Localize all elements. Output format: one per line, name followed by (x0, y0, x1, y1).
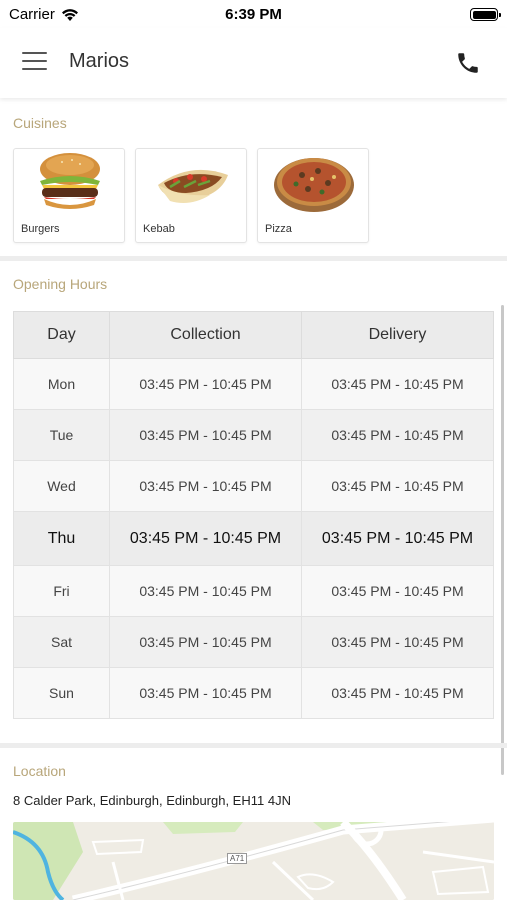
collection-hours-cell: 03:45 PM - 10:45 PM (109, 358, 302, 410)
status-bar: Carrier 6:39 PM (0, 0, 507, 28)
table-row-today: Thu 03:45 PM - 10:45 PM 03:45 PM - 10:45… (13, 511, 494, 566)
collection-hours-cell: 03:45 PM - 10:45 PM (109, 565, 302, 617)
day-cell: Sat (13, 616, 110, 668)
delivery-hours-cell: 03:45 PM - 10:45 PM (301, 358, 494, 410)
day-cell: Fri (13, 565, 110, 617)
collection-hours-cell: 03:45 PM - 10:45 PM (109, 460, 302, 512)
delivery-hours-cell: 03:45 PM - 10:45 PM (301, 565, 494, 617)
table-row: Sun 03:45 PM - 10:45 PM 03:45 PM - 10:45… (13, 667, 494, 719)
cuisine-card-pizza[interactable]: Pizza (257, 148, 369, 243)
phone-icon[interactable] (455, 50, 481, 76)
cuisine-name: Burgers (21, 223, 60, 235)
scrollbar[interactable] (501, 305, 504, 775)
table-row: Sat 03:45 PM - 10:45 PM 03:45 PM - 10:45… (13, 616, 494, 668)
map-road-label: A71 (227, 853, 248, 864)
map-tiles (13, 822, 494, 900)
pizza-image (274, 158, 354, 212)
delivery-hours-cell: 03:45 PM - 10:45 PM (301, 511, 494, 566)
table-header-row: Day Collection Delivery (13, 311, 494, 359)
delivery-hours-cell: 03:45 PM - 10:45 PM (301, 460, 494, 512)
day-cell: Mon (13, 358, 110, 410)
delivery-hours-cell: 03:45 PM - 10:45 PM (301, 409, 494, 461)
collection-hours-cell: 03:45 PM - 10:45 PM (109, 616, 302, 668)
table-row: Tue 03:45 PM - 10:45 PM 03:45 PM - 10:45… (13, 409, 494, 461)
cuisine-card-kebab[interactable]: Kebab (135, 148, 247, 243)
column-header-day: Day (13, 311, 110, 359)
opening-hours-table: Day Collection Delivery Mon 03:45 PM - 1… (13, 311, 494, 719)
table-row: Mon 03:45 PM - 10:45 PM 03:45 PM - 10:45… (13, 358, 494, 410)
column-header-collection: Collection (109, 311, 302, 359)
column-header-delivery: Delivery (301, 311, 494, 359)
table-row: Fri 03:45 PM - 10:45 PM 03:45 PM - 10:45… (13, 565, 494, 617)
section-divider (0, 743, 507, 748)
burger-image (40, 153, 100, 209)
collection-hours-cell: 03:45 PM - 10:45 PM (109, 409, 302, 461)
location-map[interactable]: A71 (13, 822, 494, 900)
collection-hours-cell: 03:45 PM - 10:45 PM (109, 667, 302, 719)
hamburger-menu-icon[interactable] (22, 52, 47, 72)
day-cell: Sun (13, 667, 110, 719)
day-cell: Thu (13, 511, 110, 566)
status-time: 6:39 PM (225, 6, 282, 23)
location-address: 8 Calder Park, Edinburgh, Edinburgh, EH1… (13, 793, 291, 808)
cuisine-name: Pizza (265, 223, 292, 235)
table-row: Wed 03:45 PM - 10:45 PM 03:45 PM - 10:45… (13, 460, 494, 512)
section-divider (0, 256, 507, 261)
kebab-image (158, 169, 228, 203)
cuisines-list: Burgers Kebab Pizza (13, 148, 369, 243)
delivery-hours-cell: 03:45 PM - 10:45 PM (301, 616, 494, 668)
cuisine-card-burgers[interactable]: Burgers (13, 148, 125, 243)
cuisine-name: Kebab (143, 223, 175, 235)
day-cell: Wed (13, 460, 110, 512)
day-cell: Tue (13, 409, 110, 461)
location-section-label: Location (13, 763, 66, 779)
delivery-hours-cell: 03:45 PM - 10:45 PM (301, 667, 494, 719)
page-title: Marios (69, 50, 130, 72)
opening-hours-section-label: Opening Hours (13, 276, 108, 292)
battery-icon (470, 8, 501, 21)
nav-bar: Marios (0, 28, 507, 98)
collection-hours-cell: 03:45 PM - 10:45 PM (109, 511, 302, 566)
cuisines-section-label: Cuisines (13, 115, 67, 131)
